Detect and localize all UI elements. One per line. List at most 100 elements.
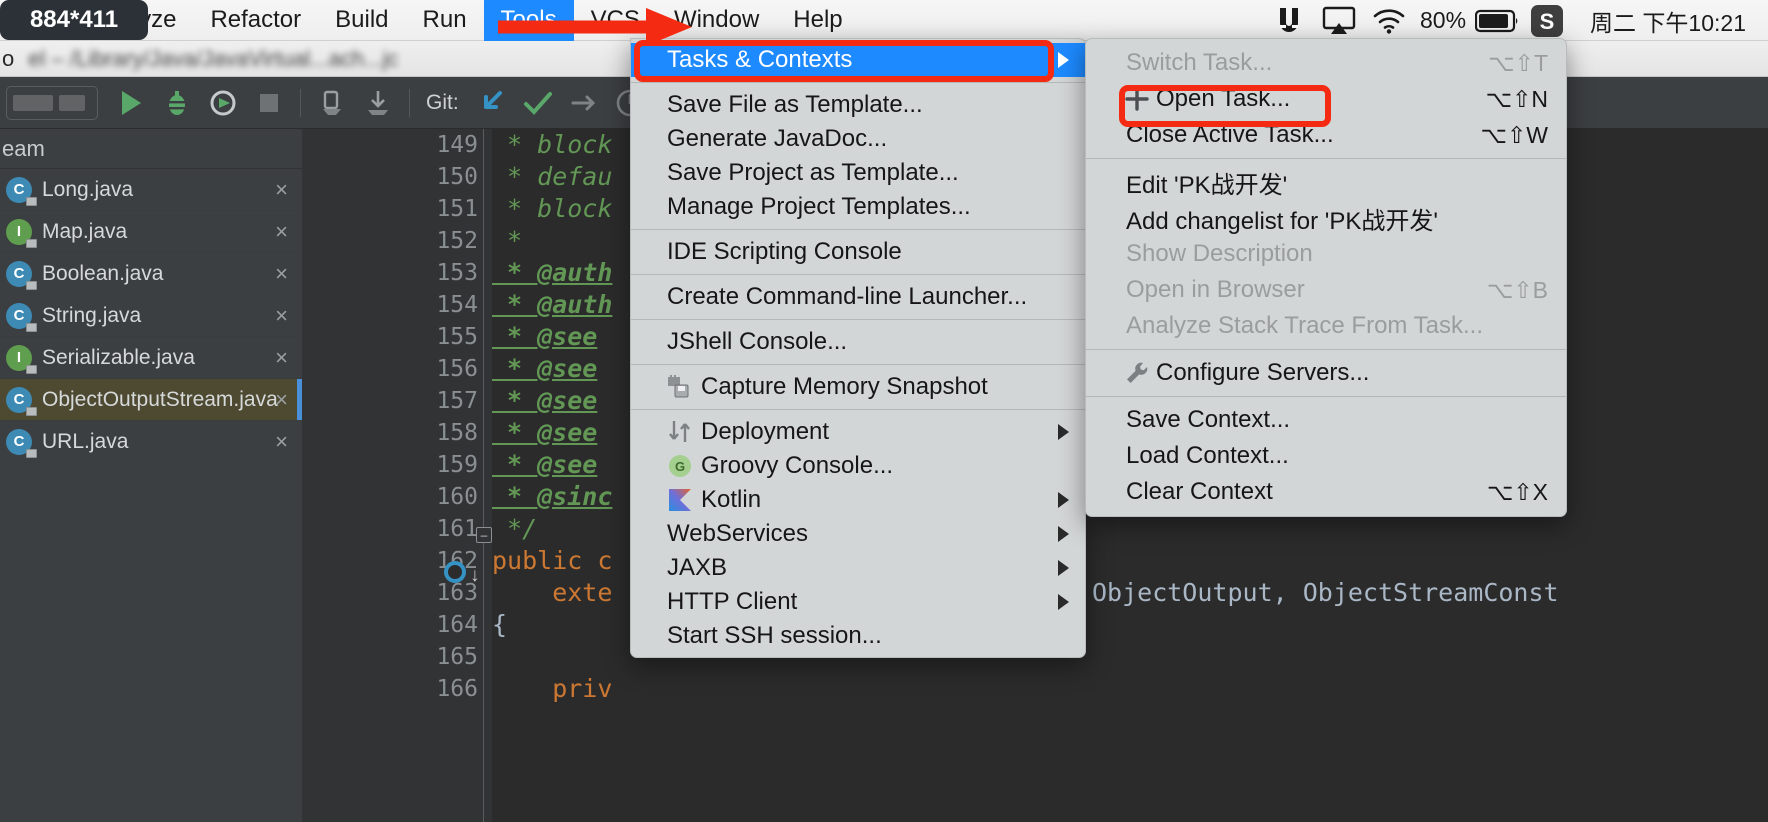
menu-separator — [1086, 349, 1566, 350]
deployment-icon — [667, 419, 693, 445]
close-icon[interactable]: × — [275, 219, 288, 245]
tasks-menu-item-add-changelist-for-pk[interactable]: Add changelist for 'PK战开发' — [1086, 200, 1566, 236]
menu-bar-status-items: 80% S 周二 下午10:21 — [1264, 0, 1768, 41]
tools-menu-item-create-command-line-launcher[interactable]: Create Command-line Launcher... — [631, 280, 1085, 314]
file-tab-label: Boolean.java — [42, 261, 164, 285]
file-tab-boolean[interactable]: C Boolean.java × — [0, 253, 302, 295]
file-tab-url[interactable]: C URL.java × — [0, 421, 302, 463]
git-push-icon[interactable] — [563, 83, 605, 123]
close-icon[interactable]: × — [275, 303, 288, 329]
lock-icon — [26, 364, 37, 374]
menu-item-label: Load Context... — [1126, 442, 1289, 469]
tools-menu-item-save-file-as-template[interactable]: Save File as Template... — [631, 88, 1085, 122]
tools-menu-item-ide-scripting-console[interactable]: IDE Scripting Console — [631, 235, 1085, 269]
close-icon[interactable]: × — [275, 429, 288, 455]
menu-separator — [631, 274, 1085, 275]
file-tab-string[interactable]: C String.java × — [0, 295, 302, 337]
menu-item-label: Open in Browser — [1126, 276, 1305, 303]
menu-item-label: Clear Context — [1126, 478, 1273, 505]
close-icon[interactable]: × — [275, 261, 288, 287]
file-tab-label: URL.java — [42, 429, 129, 453]
class-file-icon: C — [6, 260, 37, 290]
file-tab-long[interactable]: C Long.java × — [0, 169, 302, 211]
tasks-menu-item-show-description: Show Description — [1086, 236, 1566, 272]
tools-menu-item-jaxb[interactable]: JAXB — [631, 551, 1085, 585]
menu-item-label: JAXB — [667, 554, 728, 581]
menu-item-label: Save Project as Template... — [667, 159, 959, 186]
tools-menu-item-generate-javadoc[interactable]: Generate JavaDoc... — [631, 122, 1085, 156]
tools-menu-item-groovy-console[interactable]: G Groovy Console... — [631, 449, 1085, 483]
tools-menu-item-deployment[interactable]: Deployment — [631, 415, 1085, 449]
file-tab-map[interactable]: I Map.java × — [0, 211, 302, 253]
close-icon[interactable]: × — [275, 387, 288, 413]
tasks-and-contexts-submenu[interactable]: Switch Task... ⌥⇧T Open Task... ⌥⇧N Close Ac… — [1085, 38, 1567, 517]
menu-item-shortcut: ⌥⇧B — [1486, 276, 1548, 303]
chevron-right-icon — [1058, 492, 1069, 508]
battery-icon[interactable] — [1472, 0, 1522, 41]
lock-icon — [26, 196, 37, 206]
tools-menu-item-webservices[interactable]: WebServices — [631, 517, 1085, 551]
capture-memory-icon — [667, 374, 693, 400]
tasks-menu-item-save-context[interactable]: Save Context... — [1086, 402, 1566, 438]
tools-menu-item-capture-memory-snapshot[interactable]: Capture Memory Snapshot — [631, 370, 1085, 404]
menu-separator — [631, 409, 1085, 410]
menu-item-label: Deployment — [701, 418, 830, 445]
line-number: 161 — [436, 516, 478, 542]
tools-dropdown-menu[interactable]: Tasks & Contexts Save File as Template...… — [630, 38, 1086, 658]
interface-file-icon: I — [6, 218, 37, 248]
close-icon[interactable]: × — [275, 177, 288, 203]
menu-item-label: Add changelist for 'PK战开发' — [1126, 207, 1438, 235]
git-commit-icon[interactable] — [517, 83, 559, 123]
magnet-icon[interactable] — [1264, 0, 1314, 41]
menu-bar-item-help[interactable]: Help — [776, 0, 859, 41]
menu-bar-item-run[interactable]: Run — [406, 0, 484, 41]
tasks-menu-item-close-active-task[interactable]: Close Active Task... ⌥⇧W — [1086, 117, 1566, 153]
tasks-menu-item-analyze-stack-trace-from-task: Analyze Stack Trace From Task... — [1086, 308, 1566, 344]
run-configuration-selector[interactable] — [6, 85, 98, 120]
tasks-menu-item-configure-servers[interactable]: Configure Servers... — [1086, 355, 1566, 391]
annotation-arrow-icon — [498, 8, 692, 46]
clock-label[interactable]: 周二 下午10:21 — [1572, 4, 1758, 38]
tools-menu-item-manage-project-templates[interactable]: Manage Project Templates... — [631, 190, 1085, 224]
line-number: 158 — [436, 420, 478, 446]
tools-menu-item-jshell-console[interactable]: JShell Console... — [631, 325, 1085, 359]
wifi-icon[interactable] — [1364, 0, 1414, 41]
menu-item-label: Edit 'PK战开发' — [1126, 171, 1288, 199]
file-tab-label: String.java — [42, 303, 142, 327]
tools-menu-item-save-project-as-template[interactable]: Save Project as Template... — [631, 156, 1085, 190]
tools-menu-item-start-ssh-session[interactable]: Start SSH session... — [631, 619, 1085, 653]
menu-item-label: Kotlin — [701, 486, 762, 513]
sogou-input-icon[interactable]: S — [1522, 0, 1572, 41]
tasks-menu-item-load-context[interactable]: Load Context... — [1086, 438, 1566, 474]
stop-icon[interactable] — [248, 83, 290, 123]
debug-icon[interactable] — [156, 83, 198, 123]
run-icon[interactable] — [110, 83, 152, 123]
tools-menu-item-http-client[interactable]: HTTP Client — [631, 585, 1085, 619]
tasks-menu-item-open-task[interactable]: Open Task... ⌥⇧N — [1086, 81, 1566, 117]
file-tab-objectoutputstream[interactable]: C ObjectOutputStream.java × — [0, 379, 302, 421]
tasks-menu-item-edit-pk[interactable]: Edit 'PK战开发' — [1086, 164, 1566, 200]
fold-marker-icon[interactable]: – — [476, 527, 492, 543]
menu-bar-item-build[interactable]: Build — [318, 0, 405, 41]
file-tab-label: ObjectOutputStream.java — [42, 387, 278, 411]
airplay-icon[interactable] — [1314, 0, 1364, 41]
line-number: 159 — [436, 452, 478, 478]
menu-separator — [1086, 158, 1566, 159]
menu-item-label: Show Description — [1126, 240, 1313, 267]
git-update-icon[interactable] — [471, 83, 513, 123]
close-icon[interactable]: × — [275, 345, 288, 371]
build-icon[interactable] — [311, 83, 353, 123]
line-number: 157 — [436, 388, 478, 414]
gutter-run-marker-icon[interactable] — [444, 561, 466, 583]
run-with-coverage-icon[interactable] — [202, 83, 244, 123]
tasks-menu-item-clear-context[interactable]: Clear Context ⌥⇧X — [1086, 474, 1566, 510]
line-number: 156 — [436, 356, 478, 382]
menu-item-label: Save File as Template... — [667, 91, 923, 118]
tools-menu-item-kotlin[interactable]: Kotlin — [631, 483, 1085, 517]
download-icon[interactable] — [357, 83, 399, 123]
menu-bar-item-refactor[interactable]: Refactor — [193, 0, 318, 41]
file-tab-serializable[interactable]: I Serializable.java × — [0, 337, 302, 379]
plus-icon — [1124, 86, 1150, 112]
tools-menu-item-tasks-contexts[interactable]: Tasks & Contexts — [631, 43, 1085, 77]
class-file-icon: C — [6, 428, 37, 458]
